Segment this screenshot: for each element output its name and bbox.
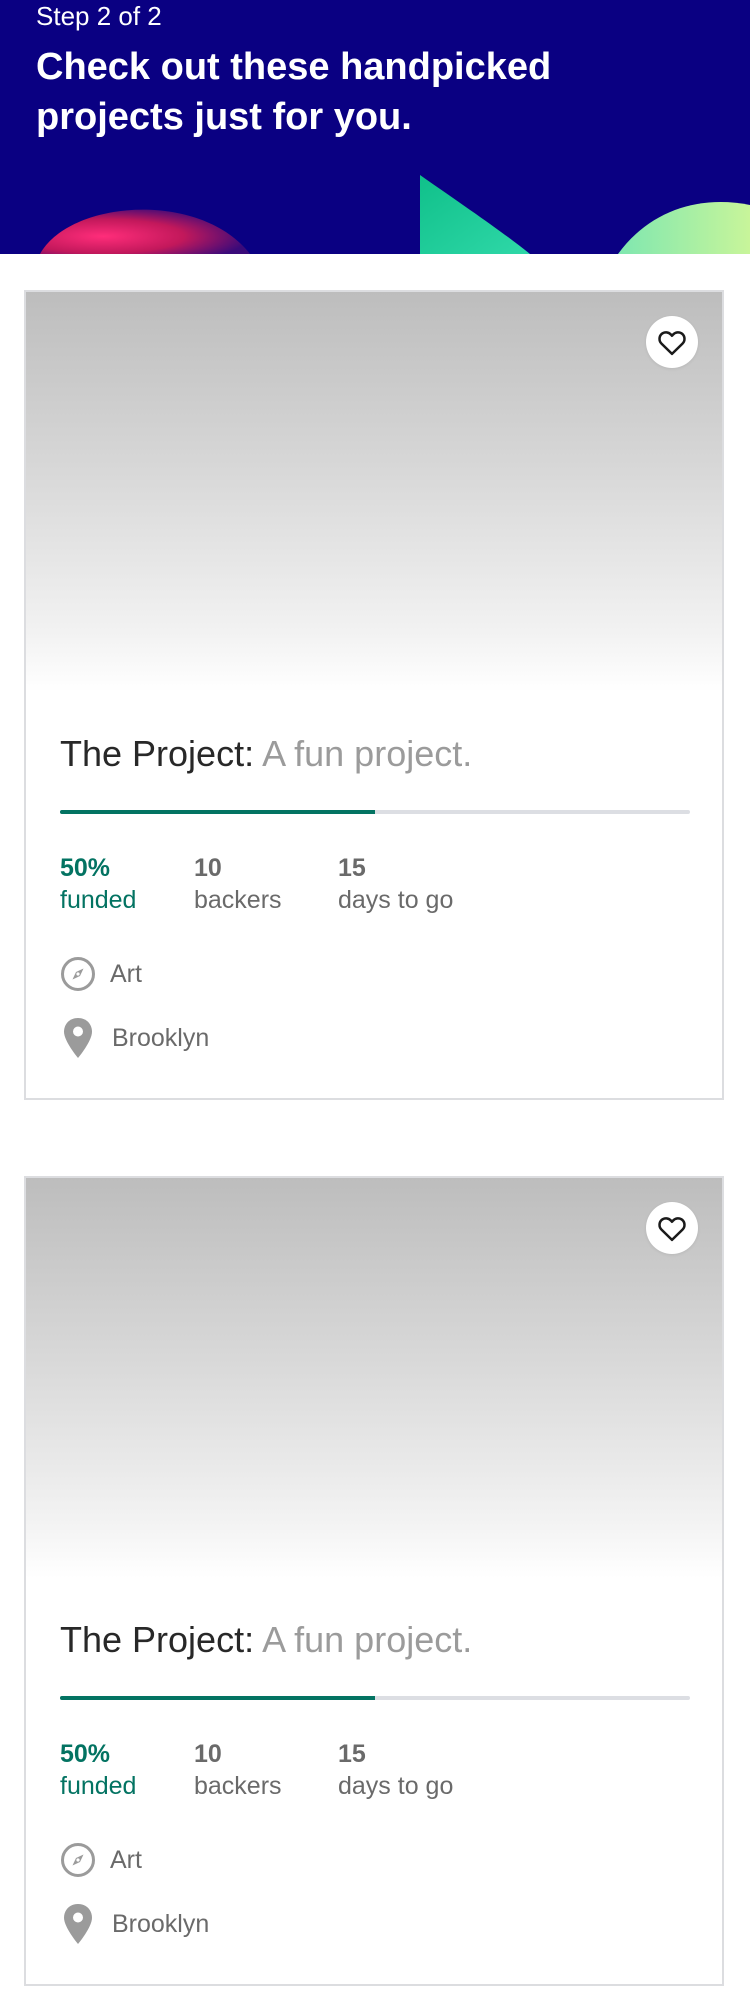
heart-icon <box>657 1214 687 1242</box>
project-image <box>26 1178 722 1578</box>
funded-stat: 50% funded <box>60 852 136 916</box>
category-label: Art <box>110 1846 142 1874</box>
step-indicator: Step 2 of 2 <box>36 1 162 31</box>
funded-value: 50% <box>60 1740 111 1768</box>
location-pin-icon <box>60 1902 96 1946</box>
funded-stat: 50% funded <box>60 1738 136 1802</box>
funding-progress-fill <box>60 1696 375 1700</box>
location-pin-icon <box>60 1016 96 1060</box>
backers-value: 10 <box>194 1740 222 1768</box>
days-to-go-stat: 15 days to go <box>338 1738 453 1802</box>
funding-progress-bar <box>60 1696 690 1700</box>
project-card[interactable]: The Project: A fun project. 50% funded 1… <box>24 1176 724 1986</box>
backers-label: backers <box>194 886 282 914</box>
days-to-go-stat: 15 days to go <box>338 852 453 916</box>
project-title[interactable]: The Project: A fun project. <box>60 1618 472 1662</box>
category-row[interactable]: Art <box>60 956 142 992</box>
compass-icon <box>60 1842 96 1878</box>
backers-stat: 10 backers <box>194 852 282 916</box>
save-project-button[interactable] <box>646 316 698 368</box>
heart-icon <box>657 328 687 356</box>
funded-label: funded <box>60 886 137 914</box>
backers-value: 10 <box>194 854 222 882</box>
backers-label: backers <box>194 1772 282 1800</box>
project-title[interactable]: The Project: A fun project. <box>60 732 472 776</box>
days-label: days to go <box>338 1772 454 1800</box>
funding-progress-fill <box>60 810 375 814</box>
onboarding-header: Step 2 of 2 Check out these handpicked p… <box>0 0 750 254</box>
save-project-button[interactable] <box>646 1202 698 1254</box>
project-card[interactable]: The Project: A fun project. 50% funded 1… <box>24 290 724 1100</box>
days-value: 15 <box>338 1740 366 1768</box>
page-title: Check out these handpicked projects just… <box>36 46 552 138</box>
days-label: days to go <box>338 886 454 914</box>
backers-stat: 10 backers <box>194 1738 282 1802</box>
location-row[interactable]: Brooklyn <box>60 1016 209 1060</box>
location-label: Brooklyn <box>112 1910 210 1938</box>
project-name: The Project: <box>60 733 255 774</box>
funded-value: 50% <box>60 854 111 882</box>
project-blurb: A fun project. <box>262 733 473 774</box>
funding-progress-bar <box>60 810 690 814</box>
days-value: 15 <box>338 854 366 882</box>
location-label: Brooklyn <box>112 1024 210 1052</box>
project-image <box>26 292 722 692</box>
funded-label: funded <box>60 1772 137 1800</box>
category-row[interactable]: Art <box>60 1842 142 1878</box>
compass-icon <box>60 956 96 992</box>
category-label: Art <box>110 960 142 988</box>
location-row[interactable]: Brooklyn <box>60 1902 209 1946</box>
project-name: The Project: <box>60 1619 255 1660</box>
project-blurb: A fun project. <box>262 1619 473 1660</box>
